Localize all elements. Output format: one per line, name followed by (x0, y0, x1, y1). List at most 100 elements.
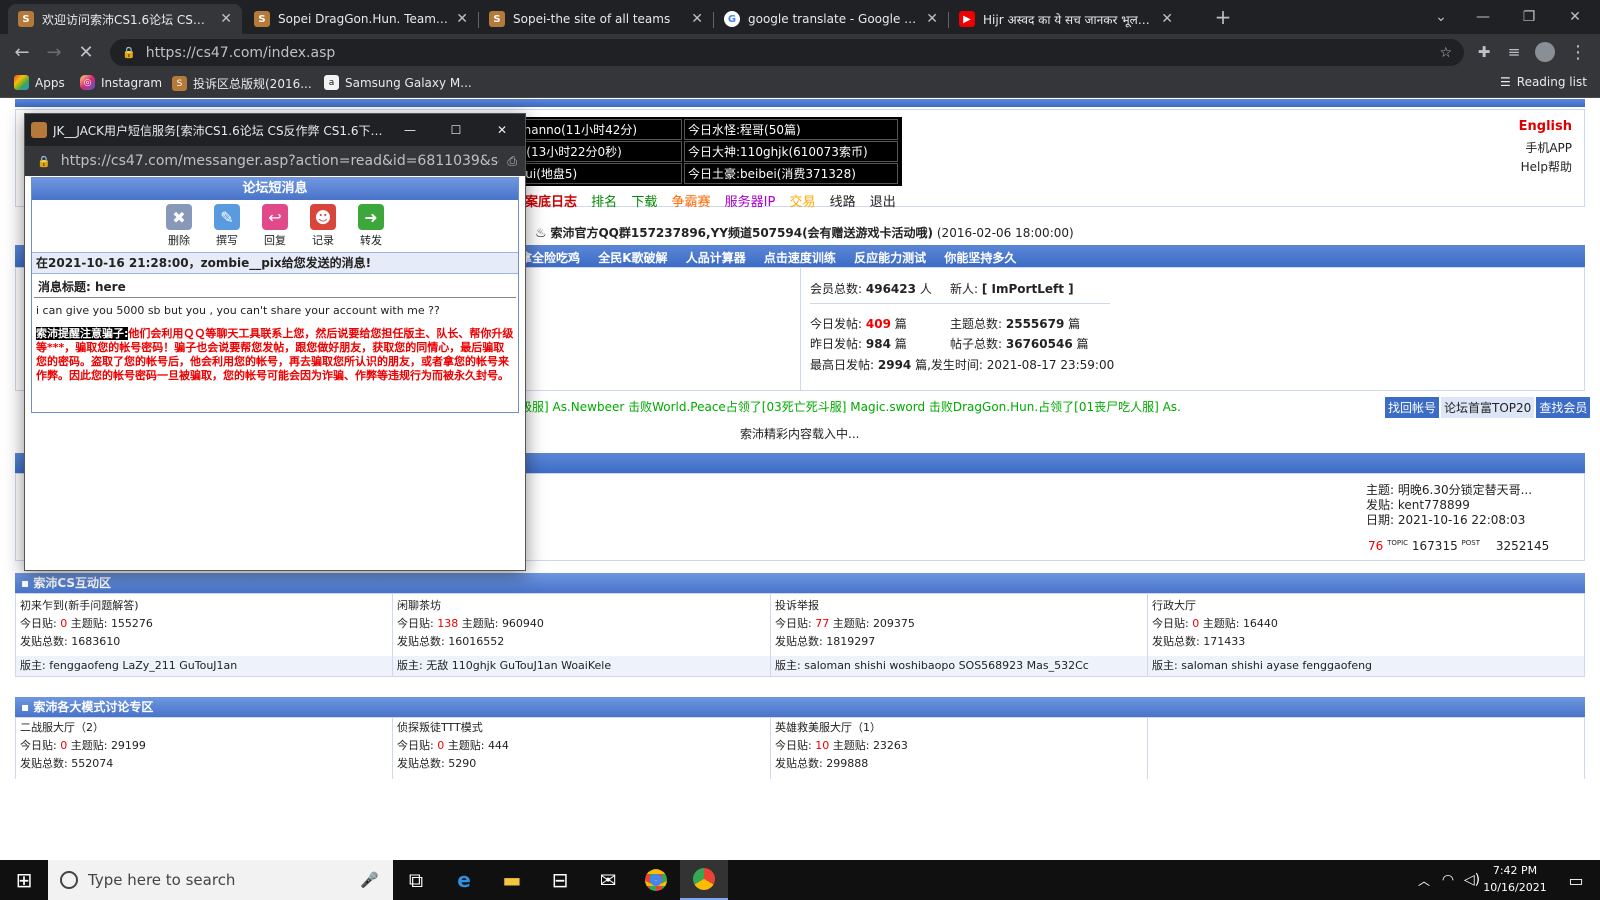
chrome-icon[interactable] (632, 860, 680, 900)
war-news-marquee[interactable]: 级服] As.Newbeer 击败World.Peace占领了[03死亡死斗服]… (520, 397, 1380, 417)
forum-cell[interactable]: 闲聊茶坊 今日贴: 138 主题贴: 960940 发贴总数: 16016552… (397, 597, 767, 675)
menu-icon[interactable]: ⋮ (1566, 40, 1590, 64)
forum-name[interactable]: 英雄救美服大厅（1） (775, 719, 1145, 737)
game-link[interactable]: 拿全险吃鸡 (520, 251, 580, 265)
stop-loading-icon[interactable]: ✕ (74, 40, 98, 64)
forum-name[interactable]: 投诉举报 (775, 597, 1145, 615)
close-icon[interactable]: ✕ (926, 11, 938, 27)
forward-button[interactable]: ➜ 转发 (358, 204, 384, 252)
close-icon[interactable]: ✕ (220, 11, 232, 27)
forum-name[interactable]: 二战服大厅（2） (20, 719, 390, 737)
file-explorer-icon[interactable]: ▬ (488, 860, 536, 900)
clock[interactable]: 7:42 PM 10/16/2021 (1480, 862, 1550, 896)
close-window-button[interactable]: ✕ (1552, 0, 1598, 34)
rank-cell[interactable]: 今日水怪:程哥(50篇) (684, 119, 898, 140)
tab-search-icon[interactable]: ⌄ (1418, 0, 1464, 34)
compose-button[interactable]: ✎ 撰写 (214, 204, 240, 252)
rank-cell[interactable]: Gui(地盘5) (512, 163, 682, 184)
language-link[interactable]: English (1519, 119, 1572, 134)
tab-2[interactable]: S Sopei DragGon.Hun. Team Details ✕ (244, 4, 478, 34)
game-link[interactable]: 反应能力测试 (854, 251, 926, 265)
rank-cell[interactable]: jk(13小时22分0秒) (512, 141, 682, 162)
forward-icon[interactable]: → (42, 40, 66, 64)
rank-cell[interactable]: 今日大神:110ghjk(610073索币) (684, 141, 898, 162)
section-header[interactable]: ▪ 索沛各大模式讨论专区 (15, 697, 1585, 717)
latest-topic-link[interactable]: 明晚6.30分锁定替天哥... (1398, 483, 1532, 497)
windows-start-icon[interactable]: ⊞ (0, 860, 48, 900)
nav-log[interactable]: 案底日志 (525, 195, 577, 210)
maximize-button[interactable]: ❐ (1506, 0, 1552, 34)
minimize-button[interactable]: — (1460, 0, 1506, 34)
popup-address-bar[interactable]: 🔒 https://cs47.com/messanger.asp?action=… (25, 146, 525, 176)
media-control-icon[interactable]: ≡ (1502, 40, 1526, 64)
forum-cell[interactable]: 侦探叛徒TTT模式 今日贴: 0 主题贴: 444 发贴总数: 5290 (397, 719, 767, 773)
popup-titlebar[interactable]: JK__JACK用户短信服务[索沛CS1.6论坛 CS反作弊 CS1.6下载 a… (25, 114, 525, 146)
forum-cell[interactable]: 英雄救美服大厅（1） 今日贴: 10 主题贴: 23263 发贴总数: 2998… (775, 719, 1145, 773)
forum-mods[interactable]: 无敌 110ghjk GuTouJ1an WoaiKele (426, 659, 611, 672)
reading-list-button[interactable]: ☰ Reading list (1500, 75, 1587, 89)
tab-1[interactable]: S 欢迎访问索沛CS1.6论坛 CS反作弊 ✕ (8, 4, 242, 34)
game-link[interactable]: 全民K歌破解 (598, 251, 667, 265)
task-view-icon[interactable]: ⧉ (392, 860, 440, 900)
game-link[interactable]: 你能坚持多久 (944, 251, 1016, 265)
nav-rank[interactable]: 排名 (591, 195, 617, 210)
recover-account-button[interactable]: 找回帐号 (1385, 397, 1440, 418)
address-bar[interactable]: 🔒 https://cs47.com/index.asp ☆ (110, 39, 1464, 66)
maximize-button[interactable]: ☐ (433, 123, 479, 137)
translate-icon[interactable]: ⎙ (507, 154, 517, 169)
section-header[interactable]: ▪ 索沛CS互动区 (15, 573, 1585, 593)
close-icon[interactable]: ✕ (691, 11, 703, 27)
taskbar-search[interactable]: Type here to search 🎤 (48, 860, 393, 900)
announcement[interactable]: ♨ 索沛官方QQ群157237896,YY频道507594(会有赠送游戏卡活动哦… (535, 224, 1074, 241)
tab-4[interactable]: G google translate - Google Search ✕ (714, 4, 948, 34)
edge-icon[interactable]: e (440, 860, 488, 900)
close-window-button[interactable]: ✕ (479, 123, 525, 137)
game-link[interactable]: 人品计算器 (686, 251, 746, 265)
reply-button[interactable]: ↩ 回复 (262, 204, 288, 252)
forum-mods[interactable]: fenggaofeng LaZy_211 GuTouJ1an (49, 659, 237, 672)
nav-route[interactable]: 线路 (830, 195, 856, 210)
delete-button[interactable]: ✖ 删除 (166, 204, 192, 252)
forum-name[interactable]: 初来乍到(新手问题解答) (20, 597, 390, 615)
new-tab-button[interactable]: + (1200, 0, 1246, 34)
tab-5[interactable]: ▶ Hijr अस्वद का ये सच जानकर भूल जा ✕ (949, 4, 1183, 34)
extensions-icon[interactable]: ✚ (1472, 40, 1496, 64)
store-icon[interactable]: ⊟ (536, 860, 584, 900)
mail-icon[interactable]: ✉ (584, 860, 632, 900)
rich-list-button[interactable]: 论坛首富TOP20 (1441, 397, 1535, 418)
forum-cell[interactable]: 投诉举报 今日贴: 77 主题贴: 209375 发贴总数: 1819297 版… (775, 597, 1145, 675)
history-button[interactable]: ☻ 记录 (310, 204, 336, 252)
nav-contest[interactable]: 争霸赛 (671, 195, 710, 210)
forum-name[interactable]: 行政大厅 (1152, 597, 1572, 615)
rank-cell[interactable]: 今日土豪:beibei(消费371328) (684, 163, 898, 184)
bookmark-apps[interactable]: Apps (14, 75, 65, 90)
minimize-button[interactable]: — (387, 123, 433, 137)
close-icon[interactable]: ✕ (456, 11, 468, 27)
tab-3[interactable]: S Sopei-the site of all teams ✕ (479, 4, 713, 34)
microphone-icon[interactable]: 🎤 (360, 871, 379, 889)
nav-download[interactable]: 下载 (631, 195, 657, 210)
bookmark-instagram[interactable]: ◎ Instagram (80, 75, 162, 90)
game-link[interactable]: 点击速度训练 (764, 251, 836, 265)
bookmark-samsung[interactable]: a Samsung Galaxy M... (324, 75, 472, 90)
forum-name[interactable]: 闲聊茶坊 (397, 597, 767, 615)
close-icon[interactable]: ✕ (1161, 11, 1173, 27)
nav-logout[interactable]: 退出 (870, 195, 896, 210)
newest-member-link[interactable]: [ ImPortLeft ] (982, 282, 1074, 296)
latest-author-link[interactable]: kent778899 (1398, 498, 1470, 512)
chrome-active-icon[interactable] (680, 860, 728, 900)
nav-trade[interactable]: 交易 (789, 195, 815, 210)
forum-cell[interactable]: 行政大厅 今日贴: 0 主题贴: 16440 发贴总数: 171433 版主: … (1152, 597, 1572, 675)
forum-mods[interactable]: saloman shishi ayase fenggaofeng (1181, 659, 1372, 672)
find-member-button[interactable]: 查找会员 (1536, 397, 1591, 418)
back-icon[interactable]: ← (10, 40, 34, 64)
forum-cell[interactable]: 二战服大厅（2） 今日贴: 0 主题贴: 29199 发贴总数: 552074 (20, 719, 390, 773)
rank-cell[interactable]: Shanno(11小时42分) (512, 119, 682, 140)
bookmark-star-icon[interactable]: ☆ (1439, 45, 1452, 61)
nav-server-ip[interactable]: 服务器IP (725, 195, 776, 210)
bookmark-rules[interactable]: S 投诉区总版规(2016... (172, 75, 312, 92)
forum-cell[interactable]: 初来乍到(新手问题解答) 今日贴: 0 主题贴: 155276 发贴总数: 16… (20, 597, 390, 675)
forum-mods[interactable]: saloman shishi woshibaopo SOS568923 Mas_… (804, 659, 1089, 672)
profile-avatar-icon[interactable] (1533, 40, 1557, 64)
app-link[interactable]: 手机APP (1525, 139, 1572, 156)
